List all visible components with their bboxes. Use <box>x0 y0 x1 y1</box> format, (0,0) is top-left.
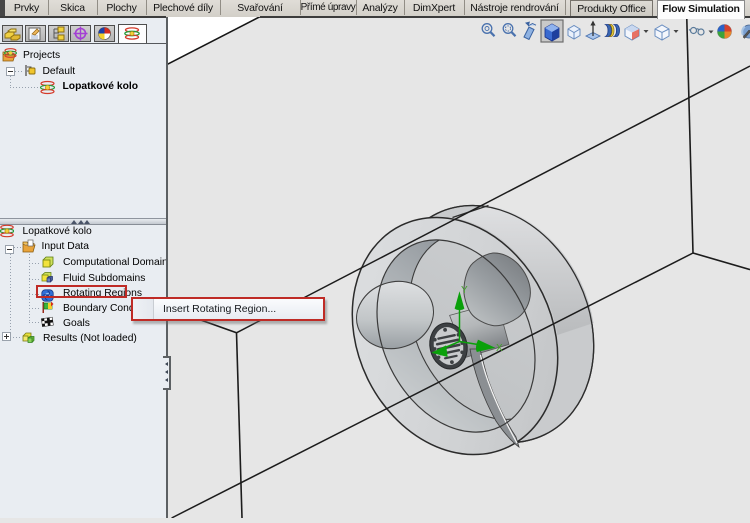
svg-text:X: X <box>496 343 503 354</box>
svg-text:Y: Y <box>461 285 468 296</box>
